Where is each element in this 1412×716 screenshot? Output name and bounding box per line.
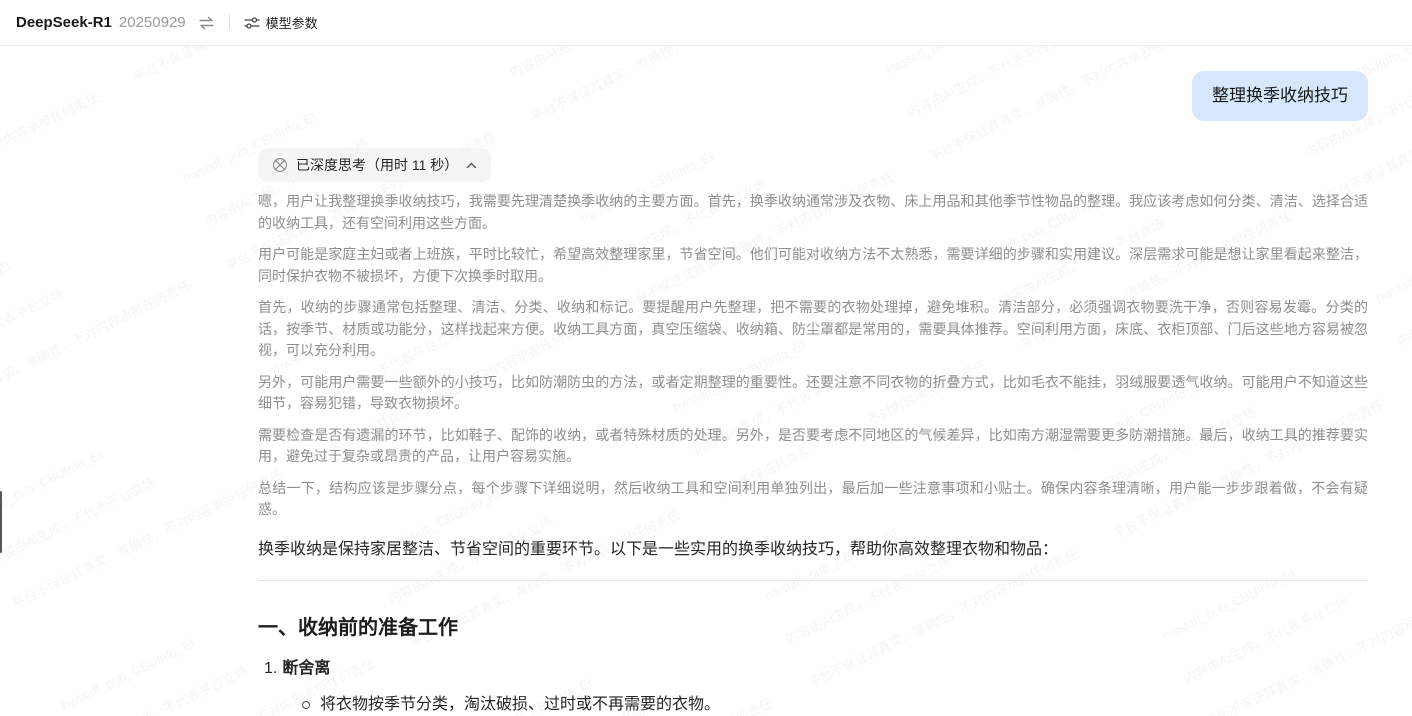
swap-arrows-icon: [198, 16, 215, 30]
chevron-up-icon: [466, 162, 477, 169]
watermark-tile: hwstaff_pub_CBUInfo_EI内容由AI生成，不代表平台立场平台不…: [0, 699, 151, 716]
model-params-button[interactable]: 模型参数: [244, 13, 318, 32]
deep-think-label: 已深度思考（用时 11 秒）: [296, 155, 458, 175]
model-version: 20250929: [119, 14, 186, 31]
thinking-paragraph: 总结一下，结构应该是步骤分点，每个步骤下详细说明，然后收纳工具和空间利用单独列出…: [258, 478, 1368, 521]
watermark-tile: hwstaff_pub_CBUInfo_EI内容由AI生成，不代表平台立场平台不…: [0, 511, 59, 716]
topbar-divider: [229, 15, 230, 30]
bullet-item: 将衣物按季节分类，淘汰破损、过时或不再需要的衣物。: [258, 693, 1368, 716]
list-item-number: 1.: [264, 660, 277, 677]
watermark-tile: hwstaff_pub_CBUInfo_EI内容由AI生成，不代表平台立场平台不…: [0, 46, 181, 322]
watermark-tile: hwstaff_pub_CBUInfo_EI内容由AI生成，不代表平台立场平台不…: [0, 173, 273, 511]
answer-intro: 换季收纳是保持家居整洁、节省空间的重要环节。以下是一些实用的换季收纳技巧，帮助你…: [258, 537, 1368, 563]
chat-column: 整理换季收纳技巧 已深度思考（用时 11 秒） 嗯，用户让我整理换季收纳技巧，我…: [258, 46, 1368, 716]
section-heading: 一、收纳前的准备工作: [258, 614, 1368, 642]
thinking-paragraph: 用户可能是家庭主妇或者上班族，平时比较忙，希望高效整理家里，节省空间。他们可能对…: [258, 244, 1368, 287]
thinking-paragraph: 另外，可能用户需要一些额外的小技巧，比如防潮防虫的方法，或者定期整理的重要性。还…: [258, 372, 1368, 415]
deep-think-icon: [272, 157, 288, 173]
thinking-paragraph: 首先，收纳的步骤通常包括整理、清洁、分类、收纳和标记。要提醒用户先整理，把不需要…: [258, 297, 1368, 362]
deep-think-toggle[interactable]: 已深度思考（用时 11 秒）: [258, 148, 491, 182]
model-params-label: 模型参数: [266, 13, 318, 32]
thinking-content: 嗯，用户让我整理换季收纳技巧，我需要先理清楚换季收纳的主要方面。首先，换季收纳通…: [258, 191, 1368, 521]
sliders-icon: [244, 16, 260, 30]
chat-area: hwstaff_pub_CBUInfo_EI内容由AI生成，不代表平台立场平台不…: [0, 46, 1412, 716]
thinking-paragraph: 需要检查是否有遗漏的环节，比如鞋子、配饰的收纳，或者特殊材质的处理。另外，是否要…: [258, 425, 1368, 468]
thinking-paragraph: 嗯，用户让我整理换季收纳技巧，我需要先理清楚换季收纳的主要方面。首先，换季收纳通…: [258, 191, 1368, 234]
numbered-list-item: 1. 断舍离: [258, 657, 1368, 681]
user-message-bubble[interactable]: 整理换季收纳技巧: [1192, 71, 1368, 121]
model-name: DeepSeek-R1: [16, 14, 112, 31]
watermark-tile: hwstaff_pub_CBUInfo_EI内容由AI生成，不代表平台立场平台不…: [1374, 143, 1412, 481]
user-message-row: 整理换季收纳技巧: [258, 71, 1368, 121]
left-edge-fragment: [0, 491, 2, 553]
answer-divider: [258, 580, 1368, 581]
list-item-title: 断舍离: [282, 660, 330, 677]
assistant-answer: 换季收纳是保持家居整洁、节省空间的重要环节。以下是一些实用的换季收纳技巧，帮助你…: [258, 537, 1368, 716]
topbar: DeepSeek-R1 20250929 模型参数: [0, 0, 1412, 46]
switch-model-button[interactable]: [198, 16, 215, 30]
bullet-list: 将衣物按季节分类，淘汰破损、过时或不再需要的衣物。 遵循“一年未穿即舍弃”原则，…: [258, 693, 1368, 716]
